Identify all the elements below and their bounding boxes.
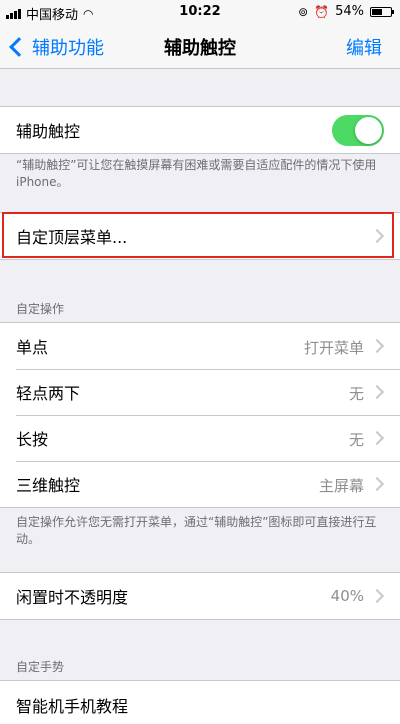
row-value: 无: [348, 385, 364, 403]
battery-percent: 54%: [335, 4, 364, 19]
status-bar: 中国移动 ◠ 10:22 ⊚ ⏰ 54%: [0, 0, 400, 24]
battery-icon: [370, 6, 394, 17]
idle-opacity-value: 40%: [330, 587, 364, 605]
chevron-right-icon: [369, 588, 385, 604]
battery-fill: [372, 8, 382, 15]
row-value: 无: [348, 431, 364, 449]
status-right: ⊚ ⏰ 54%: [298, 4, 394, 19]
custom-gesture-row[interactable]: 智能机手机教程: [0, 681, 400, 724]
customize-top-menu-label: 自定顶层菜单...: [16, 228, 128, 247]
chevron-right-icon: [369, 476, 385, 492]
chevron-right-icon: [369, 384, 385, 400]
row-label: 三维触控: [16, 476, 81, 495]
chevron-right-icon: [369, 338, 385, 354]
navigation-bar: 辅助功能 辅助触控 编辑: [0, 24, 400, 69]
idle-opacity-group: 闲置时不透明度 40%: [0, 572, 400, 620]
idle-opacity-label: 闲置时不透明度: [16, 588, 129, 607]
assistive-touch-label: 辅助触控: [16, 122, 81, 141]
custom-action-single-tap[interactable]: 单点 打开菜单: [0, 323, 400, 369]
row-label: 长按: [16, 430, 49, 449]
row-label: 单点: [16, 338, 49, 357]
custom-actions-group: 单点 打开菜单 轻点两下 无 长按 无 三维触控 主屏幕: [0, 322, 400, 508]
edit-button[interactable]: 编辑: [346, 34, 382, 60]
custom-action-3d-touch[interactable]: 三维触控 主屏幕: [0, 461, 400, 507]
rotation-lock-icon: ⊚: [298, 4, 309, 19]
row-label: 智能机手机教程: [16, 697, 129, 716]
custom-actions-footnote: 自定操作允许您无需打开菜单，通过“辅助触控”图标即可直接进行互动。: [16, 515, 377, 546]
row-value: 打开菜单: [303, 339, 364, 357]
idle-opacity-row[interactable]: 闲置时不透明度 40%: [0, 573, 400, 619]
customize-top-menu-row[interactable]: 自定顶层菜单...: [0, 213, 400, 259]
custom-actions-header: 自定操作: [16, 302, 65, 316]
assistive-touch-row: 辅助触控: [0, 107, 400, 153]
toggle-knob: [355, 117, 382, 144]
chevron-right-icon: [369, 228, 385, 244]
assistive-touch-footnote: “辅助触控”可让您在触摸屏幕有困难或需要自适应配件的情况下使用 iPhone。: [16, 158, 377, 189]
assistive-touch-group: 辅助触控: [0, 106, 400, 154]
row-label: 轻点两下: [16, 384, 81, 403]
custom-action-double-tap[interactable]: 轻点两下 无: [0, 369, 400, 415]
chevron-right-icon: [369, 430, 385, 446]
customize-menu-group: 自定顶层菜单...: [0, 212, 400, 260]
custom-action-long-press[interactable]: 长按 无: [0, 415, 400, 461]
page-title: 辅助触控: [164, 38, 236, 59]
row-value: 主屏幕: [318, 477, 364, 495]
assistive-touch-toggle[interactable]: [332, 115, 384, 146]
custom-gestures-header: 自定手势: [16, 660, 65, 674]
alarm-icon: ⏰: [314, 4, 330, 19]
custom-gestures-group: 智能机手机教程: [0, 680, 400, 724]
